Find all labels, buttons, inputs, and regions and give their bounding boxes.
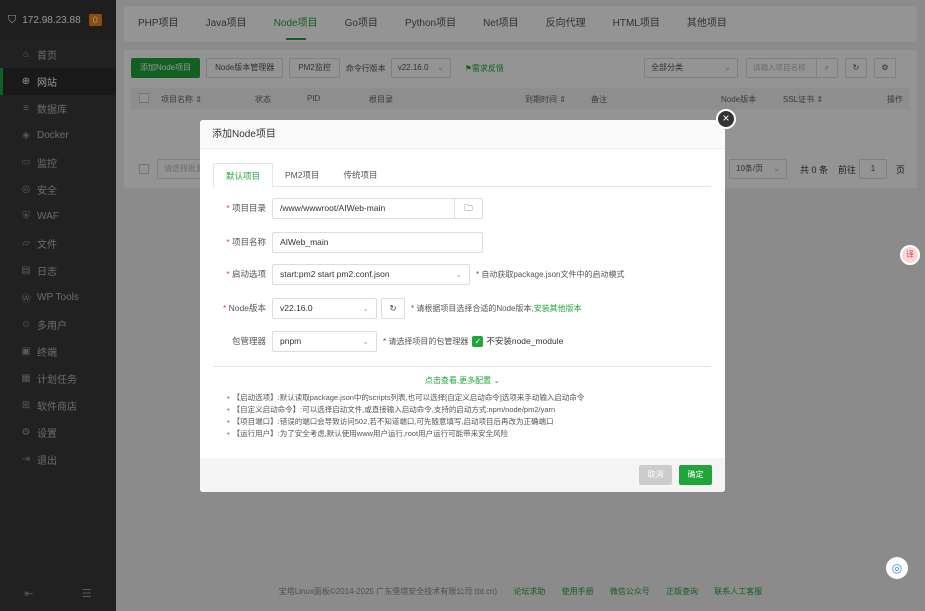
node-version-hint: * 请根据项目选择合适的Node版本,安装其他版本 [411, 303, 582, 313]
row-start-option: * 启动选项 start:pm2 start pm2.conf.json ⌄ * … [200, 263, 725, 285]
tips-list: 【启动选项】:默认读取package.json中的scripts列表,也可以选择… [227, 392, 585, 440]
start-option-select[interactable]: start:pm2 start pm2.conf.json ⌄ [272, 263, 470, 285]
chevron-down-icon: ⌄ [455, 269, 462, 279]
more-config-link[interactable]: 点击查看,更多配置 ⌄ [200, 375, 725, 386]
no-install-checkbox[interactable]: ✓ [472, 335, 484, 347]
tip-item: 【自定义启动命令】:可以选择启动文件,或直接输入启动命令,支持的启动方式:npm… [227, 404, 584, 416]
folder-icon: 🗀 [464, 202, 473, 213]
start-option-hint: * 自动获取package.json文件中的启动模式 [476, 269, 625, 279]
start-option-label: * 启动选项 [226, 269, 266, 279]
no-install-label[interactable]: 不安装node_module [486, 335, 563, 347]
chevron-down-icon: ⌄ [362, 303, 369, 313]
refresh-icon: ↻ [389, 302, 397, 313]
project-name-input[interactable]: AIWeb_main [272, 231, 483, 253]
divider [213, 366, 711, 367]
node-version-select[interactable]: v22.16.0 ⌄ [272, 297, 377, 319]
dialog-tabs: 默认项目 PM2项目 传统项目 [213, 163, 711, 188]
dialog-tab-traditional[interactable]: 传统项目 [332, 163, 390, 186]
help-chat-icon[interactable]: ◎ [886, 557, 908, 579]
close-icon[interactable]: × [716, 109, 736, 129]
chevron-down-icon: ⌄ [491, 376, 501, 385]
package-manager-hint: * 请选择项目的包管理器 [383, 336, 469, 346]
dialog-tab-default[interactable]: 默认项目 [213, 163, 274, 188]
translate-icon[interactable]: 译 [900, 245, 920, 265]
more-config-label: 点击查看,更多配置 [424, 376, 492, 385]
start-option-value: start:pm2 start pm2.conf.json [280, 268, 390, 279]
project-dir-label: * 项目目录 [226, 203, 266, 213]
install-other-version-link[interactable]: 安装其他版本 [534, 304, 582, 313]
dialog-title: 添加Node项目 [200, 120, 725, 149]
cancel-button[interactable]: 取消 [639, 465, 672, 485]
dialog-tab-pm2[interactable]: PM2项目 [273, 163, 331, 186]
project-name-label: * 项目名称 [226, 237, 266, 247]
confirm-button[interactable]: 确定 [679, 465, 712, 485]
node-version-label: * Node版本 [223, 303, 266, 313]
tip-item: 【项目端口】:错误的端口会导致访问502,若不知道端口,可先随意填写,启动项目后… [227, 416, 584, 428]
row-project-name: * 项目名称 AIWeb_main [200, 231, 725, 253]
tip-item: 【运行用户】:为了安全考虑,默认使用www用户运行,root用户运行可能带来安全… [227, 428, 584, 440]
folder-browse-button[interactable]: 🗀 [455, 197, 483, 219]
node-refresh-button[interactable]: ↻ [381, 297, 405, 319]
project-dir-input[interactable]: /www/wwwroot/AIWeb-main [272, 197, 455, 219]
row-node-version: * Node版本 v22.16.0 ⌄ ↻ * 请根据项目选择合适的Node版本,… [200, 297, 725, 319]
row-project-dir: * 项目目录 /www/wwwroot/AIWeb-main 🗀 [200, 197, 725, 219]
row-package-manager: 包管理器 pnpm ⌄ * 请选择项目的包管理器 ✓ 不安装node_module [200, 330, 725, 352]
tip-item: 【启动选项】:默认读取package.json中的scripts列表,也可以选择… [227, 392, 585, 404]
add-node-dialog: 添加Node项目 默认项目 PM2项目 传统项目 * 项目目录 /www/www… [200, 120, 725, 492]
node-version-value: v22.16.0 [280, 302, 313, 313]
package-manager-value: pnpm [280, 335, 302, 346]
package-manager-label: 包管理器 [231, 336, 266, 346]
dialog-footer: 取消 确定 [200, 458, 725, 492]
chevron-down-icon: ⌄ [362, 336, 369, 346]
package-manager-select[interactable]: pnpm ⌄ [272, 330, 377, 352]
